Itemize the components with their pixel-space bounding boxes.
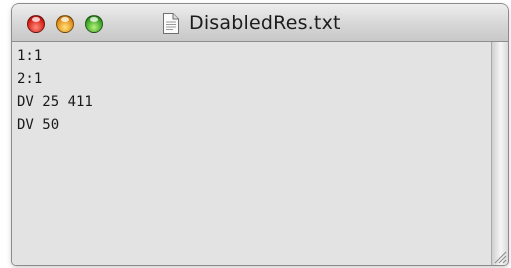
close-button[interactable] [27, 15, 45, 33]
text-line-4: DV 50 [17, 117, 60, 133]
text-edit-window: DisabledRes.txt 1:1 2:1 DV 25 411 DV 50 [12, 4, 508, 265]
minimize-button[interactable] [56, 15, 74, 33]
text-line-2: 2:1 [17, 71, 43, 87]
text-content-area[interactable]: 1:1 2:1 DV 25 411 DV 50 [12, 42, 491, 265]
title-bar[interactable]: DisabledRes.txt [12, 4, 508, 42]
resize-grip-icon[interactable] [493, 250, 507, 264]
text-line-1: 1:1 [17, 48, 43, 64]
window-title-group: DisabledRes.txt [162, 11, 341, 35]
vertical-scrollbar[interactable] [491, 42, 508, 265]
window-title: DisabledRes.txt [189, 12, 341, 34]
text-line-3: DV 25 411 [17, 94, 93, 110]
zoom-button[interactable] [85, 15, 103, 33]
text-document-icon[interactable] [162, 12, 179, 34]
